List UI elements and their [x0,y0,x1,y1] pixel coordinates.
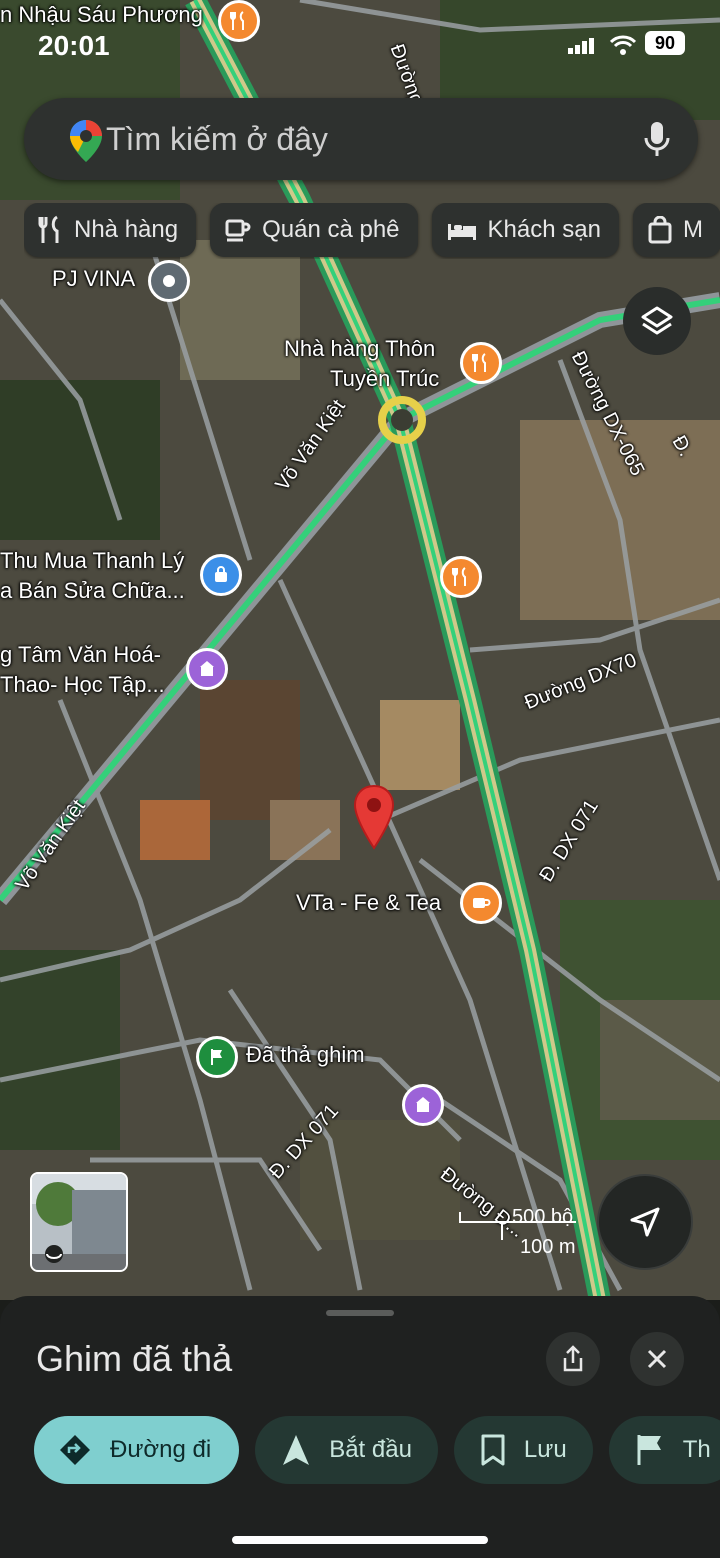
google-maps-pin-icon [70,120,102,162]
coffee-cup-icon [473,898,491,908]
map-label-dropped-pin[interactable]: Đã thả ghim [246,1040,365,1070]
map-label-shop-line1[interactable]: Thu Mua Thanh Lý [0,546,184,576]
poi-shopping[interactable] [200,554,242,596]
shopping-bag-icon [648,216,672,244]
coffee-icon [225,219,251,242]
poi-cultural-center[interactable] [186,648,228,690]
wifi-icon [610,35,636,55]
street-view-thumbnail[interactable] [30,1172,128,1272]
directions-button[interactable]: Đường đi [34,1416,240,1484]
home-indicator [232,1536,488,1544]
start-label: Bắt đầu [329,1436,412,1463]
flag-label: Th [682,1436,711,1463]
chip-shopping[interactable]: M [632,203,720,257]
save-button[interactable]: Lưu [453,1416,593,1484]
bottom-sheet: Ghim đã thả Đường đi Bắt đầu Lưu Th [0,1296,720,1558]
landmark-icon [416,1097,430,1112]
bookmark-icon [481,1434,505,1466]
shopping-bag-icon [215,566,227,582]
category-chips: Nhà hàng Quán cà phê Khách sạn M [24,203,720,259]
street-view-image [32,1174,126,1270]
battery-level: 90 [645,31,685,55]
chip-coffee[interactable]: Quán cà phê [210,203,418,257]
poi-cafe-vta[interactable] [460,882,502,924]
map-label-shop-line2[interactable]: a Bán Sửa Chữa... [0,576,185,606]
place-dot-icon [163,275,175,287]
chip-label: Khách sạn [487,216,601,243]
poi-landmark-bottom[interactable] [402,1084,444,1126]
restaurant-icon [38,215,59,243]
poi-restaurant-center[interactable] [440,556,482,598]
map-label-restaurant-line1[interactable]: Nhà hàng Thôn [284,334,435,364]
share-button[interactable] [546,1332,600,1386]
landmark-icon [200,661,214,676]
chip-label: Nhà hàng [74,216,179,243]
action-buttons: Đường đi Bắt đầu Lưu Th [34,1416,720,1486]
directions-label: Đường đi [110,1436,212,1463]
share-icon [563,1345,583,1372]
microphone-icon[interactable] [644,120,670,158]
search-bar[interactable] [24,98,698,180]
close-icon [647,1349,667,1369]
poi-pj-vina[interactable] [148,260,190,302]
poi-dropped-pin-flag[interactable] [196,1036,238,1078]
map-scale: 500 bộ 100 m [458,1206,578,1258]
flag-icon [637,1435,661,1465]
fork-knife-icon [452,567,466,586]
navigation-arrow-icon [630,1207,660,1237]
scale-feet: 500 bộ [512,1206,574,1228]
navigation-arrow-icon [283,1435,310,1465]
sheet-drag-handle[interactable] [326,1310,394,1316]
poi-restaurant-thon-tuyen-truc[interactable] [460,342,502,384]
flag-icon [211,1049,222,1065]
cellular-signal-icon [568,38,594,54]
map-label-center-line2[interactable]: Thao- Học Tập... [0,670,165,700]
sheet-title: Ghim đã thả [36,1338,233,1379]
save-label: Lưu [523,1436,567,1463]
chip-hotels[interactable]: Khách sạn [431,203,619,257]
fork-knife-icon [472,353,486,372]
layers-icon [641,306,673,335]
map-label-restaurant-line2[interactable]: Tuyền Trúc [330,364,439,394]
map-label-center-line1[interactable]: g Tâm Văn Hoá- [0,640,161,670]
chip-label: Quán cà phê [262,216,400,243]
scale-meters: 100 m [520,1236,576,1258]
close-button[interactable] [630,1332,684,1386]
flag-button[interactable]: Th [608,1416,720,1484]
chip-restaurants[interactable]: Nhà hàng [24,203,197,257]
map-label-cafe[interactable]: VTa - Fe & Tea [296,888,441,918]
map-layers-button[interactable] [623,287,691,355]
my-location-button[interactable] [597,1174,693,1270]
status-time: 20:01 [38,30,110,61]
map-label-pj-vina[interactable]: PJ VINA [52,264,135,294]
bed-icon [447,224,476,240]
start-button[interactable]: Bắt đầu [255,1416,438,1484]
search-input[interactable] [104,116,588,162]
status-bar: 20:01 90 [0,0,720,90]
red-location-pin-icon[interactable] [352,784,396,852]
chip-label: M [682,216,703,243]
directions-icon [60,1435,90,1465]
